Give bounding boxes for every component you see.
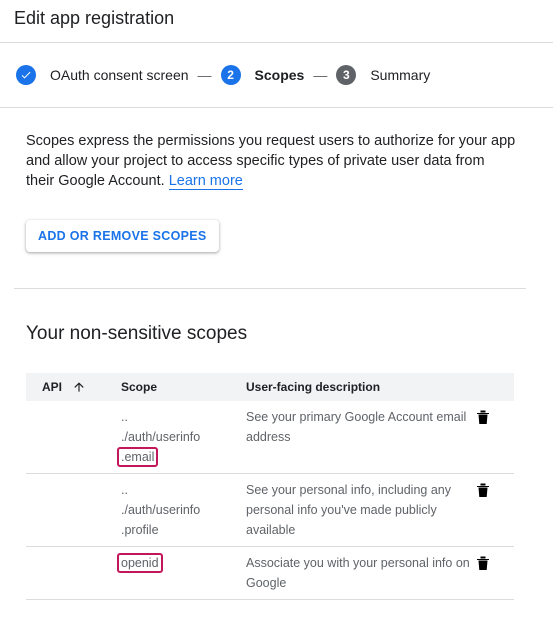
cell-scope: .. ./auth/userinfo .profile (121, 474, 246, 546)
cell-action (476, 474, 514, 546)
cell-api (26, 474, 121, 546)
page-title: Edit app registration (14, 7, 175, 28)
column-label: API (42, 380, 63, 394)
cell-scope: .. ./auth/userinfo .email (117, 401, 246, 473)
step-number: 3 (336, 65, 357, 85)
step-number: 2 (220, 65, 241, 85)
column-header-scope: Scope (121, 380, 158, 394)
trash-icon[interactable] (476, 555, 490, 571)
cell-api (26, 401, 121, 473)
scope-line: .. (121, 483, 128, 497)
column-header-api[interactable]: API (26, 380, 121, 394)
cell-description: Associate you with your personal info on… (246, 556, 470, 590)
divider (14, 288, 526, 289)
add-or-remove-scopes-button[interactable]: ADD OR REMOVE SCOPES (26, 220, 219, 252)
cell-api (26, 547, 121, 599)
arrow-up-icon[interactable] (72, 380, 86, 394)
step-label: Scopes (254, 67, 305, 83)
step-label: OAuth consent screen (50, 67, 189, 83)
scope-highlight: openid (117, 553, 163, 573)
cell-action (476, 547, 514, 599)
step-label: Summary (370, 67, 431, 83)
step-separator: — (197, 67, 212, 83)
cell-description: See your primary Google Account email ad… (246, 410, 467, 444)
stepper: OAuth consent screen — 2 Scopes — 3 Summ… (0, 43, 553, 108)
page-header: Edit app registration (0, 0, 553, 43)
intro-text: Scopes express the permissions you reque… (26, 133, 516, 189)
scope-line: ./auth/userinfo (121, 430, 201, 444)
scope-line: ./auth/userinfo (121, 503, 201, 517)
scope-line: .. (121, 410, 128, 424)
cell-action (476, 401, 514, 473)
section-title: Your non-sensitive scopes (26, 323, 248, 344)
scope-line: .profile (121, 523, 159, 537)
table-row: openid Associate you with your personal … (26, 547, 514, 600)
scope-highlight: .email (117, 447, 159, 467)
step-scopes[interactable]: 2 Scopes (220, 65, 305, 85)
scopes-table: API Scope User-facing description .. ./a… (26, 373, 514, 600)
cell-description: See your personal info, including any pe… (246, 483, 451, 537)
cell-scope: openid (117, 547, 246, 599)
step-separator: — (313, 67, 328, 83)
step-oauth-consent[interactable]: OAuth consent screen (16, 65, 189, 85)
table-row: .. ./auth/userinfo .email See your prima… (26, 401, 514, 474)
trash-icon[interactable] (476, 409, 490, 425)
check-icon (16, 65, 36, 85)
table-header: API Scope User-facing description (26, 373, 514, 401)
column-header-description: User-facing description (246, 380, 381, 394)
learn-more-link[interactable]: Learn more (168, 173, 243, 190)
scopes-intro: Scopes express the permissions you reque… (26, 131, 516, 191)
trash-icon[interactable] (476, 482, 490, 498)
step-summary[interactable]: 3 Summary (336, 65, 430, 85)
table-row: .. ./auth/userinfo .profile See your per… (26, 474, 514, 547)
